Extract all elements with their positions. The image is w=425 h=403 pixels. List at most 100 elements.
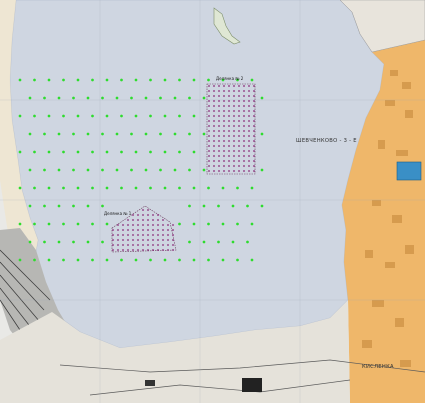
- site-2-point: [218, 150, 220, 152]
- survey-point: [76, 258, 80, 262]
- site-1-point: [122, 244, 124, 246]
- site-2-point: [233, 100, 235, 102]
- site-2-point: [218, 110, 220, 112]
- site-2-point: [223, 135, 225, 137]
- site-1-point: [142, 219, 144, 221]
- site-2-point: [253, 165, 255, 167]
- survey-point: [101, 240, 104, 244]
- site-1-point: [172, 239, 174, 241]
- survey-point: [120, 150, 123, 154]
- site-2-point: [243, 160, 245, 162]
- survey-point: [159, 96, 162, 100]
- survey-point: [163, 150, 167, 154]
- south-building-2: [145, 380, 155, 386]
- site-2-point: [213, 150, 215, 152]
- site-2-point: [228, 115, 230, 117]
- site-1-point: [112, 229, 114, 231]
- site-2-point: [208, 130, 210, 132]
- site-2-point: [223, 95, 225, 97]
- survey-point: [47, 186, 51, 190]
- site-2-point: [218, 170, 220, 172]
- site-2-point: [248, 115, 250, 117]
- survey-point: [134, 258, 138, 262]
- survey-point: [144, 168, 148, 172]
- site-2-point: [253, 135, 255, 137]
- survey-point: [18, 150, 22, 154]
- survey-point: [101, 132, 104, 136]
- site-1-point: [112, 239, 114, 241]
- site-2-point: [243, 155, 245, 157]
- site-2-point: [218, 135, 220, 137]
- survey-point: [105, 78, 109, 82]
- site-2-point: [243, 125, 245, 127]
- survey-point: [43, 240, 46, 244]
- site-2-point: [243, 170, 245, 172]
- site-2-point: [238, 160, 240, 162]
- site-1-point: [137, 224, 139, 226]
- site-2-point: [208, 120, 210, 122]
- site-2-point: [248, 150, 250, 152]
- survey-point: [33, 78, 36, 82]
- site-2-point: [243, 100, 245, 102]
- site-2-point: [233, 140, 235, 142]
- survey-point: [178, 222, 181, 226]
- survey-point: [72, 204, 75, 208]
- survey-point: [260, 132, 264, 136]
- site-2-point: [208, 110, 210, 112]
- survey-point: [207, 78, 210, 82]
- survey-point: [250, 222, 254, 226]
- survey-point: [178, 114, 181, 118]
- site-2-point: [248, 130, 250, 132]
- site-2-point: [243, 90, 245, 92]
- survey-point: [236, 222, 239, 226]
- site-1-point: [157, 239, 159, 241]
- site-2-point: [223, 110, 225, 112]
- site-2-point: [233, 90, 235, 92]
- site-1-point: [152, 249, 154, 251]
- survey-point: [91, 186, 94, 190]
- survey-point: [62, 78, 65, 82]
- site-2-point: [218, 165, 220, 167]
- site-1-point: [142, 234, 144, 236]
- survey-point: [105, 222, 109, 226]
- site-2-point: [213, 120, 215, 122]
- survey-point: [18, 78, 22, 82]
- survey-point: [134, 186, 138, 190]
- survey-point: [115, 132, 119, 136]
- site-2-point: [238, 120, 240, 122]
- site-1-point: [122, 239, 124, 241]
- survey-point: [163, 114, 167, 118]
- survey-point: [217, 204, 220, 208]
- site-2-point: [238, 125, 240, 127]
- site-2-point: [253, 125, 255, 127]
- site-1-point: [167, 229, 169, 231]
- site-2-point: [208, 150, 210, 152]
- site-2-point: [223, 125, 225, 127]
- survey-point: [159, 168, 162, 172]
- survey-point: [105, 258, 109, 262]
- site-1-point: [122, 234, 124, 236]
- survey-point: [207, 258, 210, 262]
- survey-point: [28, 168, 32, 172]
- survey-point: [236, 258, 239, 262]
- site-2-point: [243, 145, 245, 147]
- site-2-point: [208, 170, 210, 172]
- site-2-point: [208, 100, 210, 102]
- site-2-point: [248, 135, 250, 137]
- site-1-point: [132, 249, 134, 251]
- survey-point: [207, 222, 210, 226]
- site-1-point: [157, 249, 159, 251]
- survey-point: [149, 78, 152, 82]
- survey-point: [43, 204, 46, 208]
- site-2-point: [253, 105, 255, 107]
- survey-point: [221, 222, 225, 226]
- survey-point: [260, 168, 264, 172]
- survey-point: [47, 78, 51, 82]
- site-1-point: [137, 234, 139, 236]
- site-2-point: [243, 110, 245, 112]
- site-1-point: [152, 224, 154, 226]
- map-canvas[interactable]: Делянка № 2 Делянка № 1 ШЕВЧЕНКОВО - 3 -…: [0, 0, 425, 403]
- survey-point: [120, 186, 123, 190]
- survey-point: [43, 132, 46, 136]
- site-2-point: [223, 85, 225, 87]
